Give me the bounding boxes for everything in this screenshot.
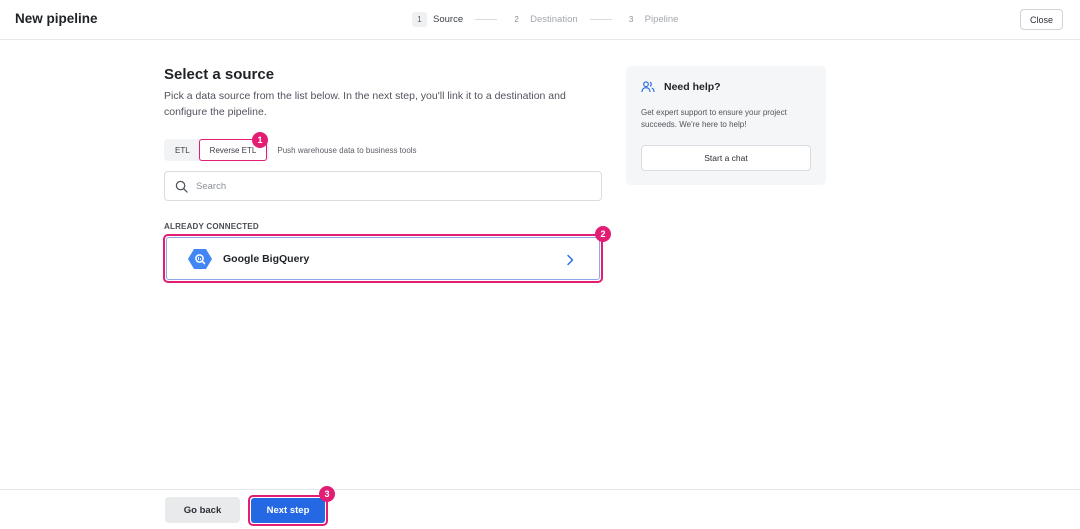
annotation-badge-3: 3 [319, 486, 335, 502]
annotation-badge-1: 1 [252, 132, 268, 148]
step-source: 1 Source [412, 11, 464, 27]
step-number: 3 [628, 14, 634, 24]
footer-bar: Go back Next step [0, 489, 1080, 529]
help-title: Need help? [664, 81, 721, 93]
help-description: Get expert support to ensure your projec… [641, 108, 787, 129]
users-icon [641, 81, 655, 93]
annotation-badge-2: 2 [595, 226, 611, 242]
source-name: Google BigQuery [223, 252, 310, 265]
already-connected-label: ALREADY CONNECTED [164, 222, 259, 231]
step-label: Pipeline [644, 13, 679, 25]
top-bar: New pipeline 1 Source 2 Destination 3 Pi… [0, 0, 1080, 40]
step-divider [589, 18, 612, 20]
search-icon [175, 180, 188, 193]
step-label: Destination [530, 13, 578, 25]
tab-etl[interactable]: ETL [166, 141, 199, 159]
section-description: Pick a data source from the list below. … [164, 90, 566, 118]
step-number: 2 [514, 14, 519, 24]
stepper: 1 Source 2 Destination 3 Pipeline [412, 11, 678, 27]
page-title: New pipeline [15, 11, 98, 26]
start-chat-button[interactable]: Start a chat [641, 145, 811, 171]
tab-hint: Push warehouse data to business tools [277, 145, 417, 155]
section-title: Select a source [164, 66, 275, 83]
source-type-tabs: ETL Reverse ETL Push warehouse data to b… [164, 139, 417, 161]
search-input[interactable] [196, 180, 576, 192]
source-card-google-bigquery[interactable]: Google BigQuery [163, 234, 603, 283]
step-destination: 2 Destination [509, 12, 578, 27]
step-number: 1 [412, 11, 427, 27]
go-back-button[interactable]: Go back [165, 497, 240, 523]
next-step-highlight: Next step [248, 495, 328, 526]
source-card-inner[interactable]: Google BigQuery [166, 237, 600, 280]
step-pipeline: 3 Pipeline [624, 12, 679, 27]
help-panel: Need help? Get expert support to ensure … [626, 66, 826, 185]
search-box[interactable] [164, 171, 602, 201]
close-button[interactable]: Close [1020, 9, 1063, 30]
help-header: Need help? [641, 81, 721, 93]
chevron-right-icon [567, 254, 574, 266]
step-divider [475, 18, 498, 20]
next-step-button[interactable]: Next step [251, 498, 325, 523]
bigquery-icon [188, 248, 212, 269]
step-label: Source [433, 13, 464, 25]
